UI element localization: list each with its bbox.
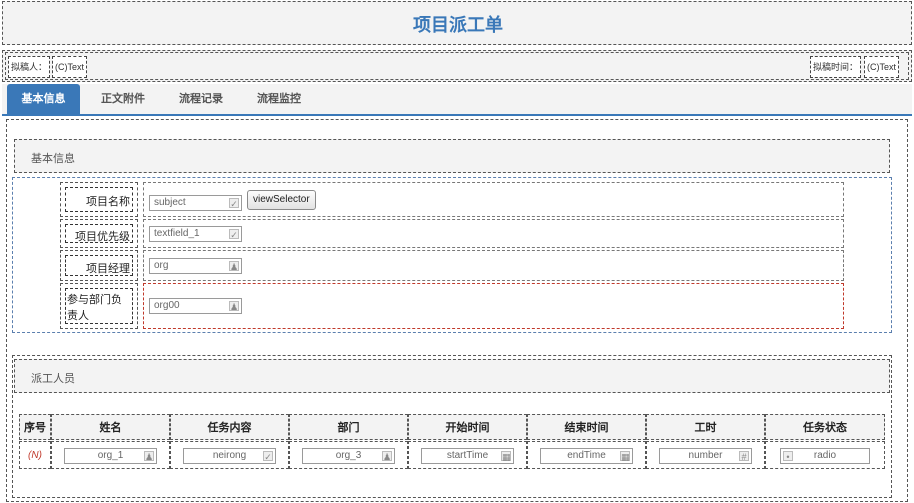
row-dept-head-label-cell: 参与部门负责人 xyxy=(60,283,138,329)
priority-input-text: textfield_1 xyxy=(154,228,200,239)
page-title: 项目派工单 xyxy=(413,15,503,35)
col-name: 姓名 xyxy=(51,414,170,440)
hours-input-text: number xyxy=(688,450,723,461)
row-subject-label: 项目名称 xyxy=(65,187,133,212)
row-manager-label: 项目经理 xyxy=(65,255,133,276)
row-dept-head-value-cell: org00 ♟ xyxy=(143,283,844,329)
tab-flow-monitor[interactable]: 流程监控 xyxy=(246,84,312,115)
meta-row: 拟稿人： (C)Text 拟稿时间： (C)Text xyxy=(2,50,912,82)
view-selector-button[interactable]: viewSelector xyxy=(247,190,316,210)
table-row-name-cell: org_1 ♟ xyxy=(51,441,170,469)
start-time-input[interactable]: startTime ▦ xyxy=(421,448,514,464)
subject-input[interactable]: subject ✓ xyxy=(149,195,242,211)
subject-input-text: subject xyxy=(154,197,186,208)
radio-icon[interactable]: • xyxy=(783,451,793,462)
dispatch-header-label: 派工人员 xyxy=(31,373,75,385)
manager-input[interactable]: org ♟ xyxy=(149,258,242,274)
tab-attachments[interactable]: 正文附件 xyxy=(90,84,156,115)
row-manager-label-cell: 项目经理 xyxy=(60,250,138,281)
edit-icon[interactable]: ✓ xyxy=(263,451,273,462)
row-subject-value-cell: subject ✓ viewSelector xyxy=(143,182,844,217)
col-start-time: 开始时间 xyxy=(408,414,527,440)
col-hours: 工时 xyxy=(646,414,765,440)
status-radio-text: radio xyxy=(813,450,837,461)
title-bar: 项目派工单 xyxy=(2,1,912,45)
number-icon[interactable]: # xyxy=(739,451,749,462)
calendar-icon[interactable]: ▦ xyxy=(501,451,511,462)
name-input-text: org_1 xyxy=(97,450,124,461)
tab-basic-info[interactable]: 基本信息 xyxy=(7,84,80,115)
start-time-input-text: startTime xyxy=(446,450,489,461)
drafter-label: 拟稿人： xyxy=(8,56,51,78)
edit-icon[interactable]: ✓ xyxy=(229,229,239,240)
col-task: 任务内容 xyxy=(170,414,289,440)
table-row-start-cell: startTime ▦ xyxy=(408,441,527,469)
row-index: (N) xyxy=(28,450,42,461)
draft-time-value: (C)Text xyxy=(864,56,899,78)
dept-input[interactable]: org_3 ♟ xyxy=(302,448,395,464)
tab-bar: 基本信息 正文附件 流程记录 流程监控 xyxy=(2,84,912,116)
row-dept-head-label: 参与部门负责人 xyxy=(65,288,133,324)
hours-input[interactable]: number # xyxy=(659,448,752,464)
meta-inner: 拟稿人： (C)Text 拟稿时间： (C)Text xyxy=(5,52,909,80)
drafter-value: (C)Text xyxy=(52,56,87,78)
dept-input-text: org_3 xyxy=(335,450,362,461)
table-row-task-cell: neirong ✓ xyxy=(170,441,289,469)
table-row-index-cell: (N) xyxy=(19,441,51,469)
user-icon[interactable]: ♟ xyxy=(382,451,392,462)
basic-info-header-label: 基本信息 xyxy=(31,153,75,165)
table-row-status-cell: • radio xyxy=(765,441,885,469)
col-end-time: 结束时间 xyxy=(527,414,646,440)
dept-head-input-text: org00 xyxy=(154,300,180,311)
end-time-input[interactable]: endTime ▦ xyxy=(540,448,633,464)
row-priority-label-cell: 项目优先级 xyxy=(60,219,138,248)
table-row-hours-cell: number # xyxy=(646,441,765,469)
end-time-input-text: endTime xyxy=(567,450,606,461)
status-radio-field[interactable]: • radio xyxy=(780,448,870,464)
row-manager-value-cell: org ♟ xyxy=(143,250,844,281)
draft-time-label: 拟稿时间： xyxy=(810,56,862,78)
name-input[interactable]: org_1 ♟ xyxy=(64,448,157,464)
dispatch-header: 派工人员 xyxy=(14,359,890,393)
edit-icon[interactable]: ✓ xyxy=(229,198,239,209)
col-index: 序号 xyxy=(19,414,51,440)
tab-flow-records[interactable]: 流程记录 xyxy=(168,84,234,115)
col-dept: 部门 xyxy=(289,414,408,440)
manager-input-text: org xyxy=(154,260,169,271)
task-input[interactable]: neirong ✓ xyxy=(183,448,276,464)
basic-info-header: 基本信息 xyxy=(14,139,890,173)
user-icon[interactable]: ♟ xyxy=(229,261,239,272)
row-priority-label: 项目优先级 xyxy=(65,224,133,243)
priority-input[interactable]: textfield_1 ✓ xyxy=(149,226,242,242)
table-row-end-cell: endTime ▦ xyxy=(527,441,646,469)
user-icon[interactable]: ♟ xyxy=(229,301,239,312)
calendar-icon[interactable]: ▦ xyxy=(620,451,630,462)
table-row-dept-cell: org_3 ♟ xyxy=(289,441,408,469)
user-icon[interactable]: ♟ xyxy=(144,451,154,462)
row-priority-value-cell: textfield_1 ✓ xyxy=(143,219,844,248)
task-input-text: neirong xyxy=(212,450,247,461)
row-subject-label-cell: 项目名称 xyxy=(60,182,138,217)
col-status: 任务状态 xyxy=(765,414,885,440)
dept-head-input[interactable]: org00 ♟ xyxy=(149,298,242,314)
